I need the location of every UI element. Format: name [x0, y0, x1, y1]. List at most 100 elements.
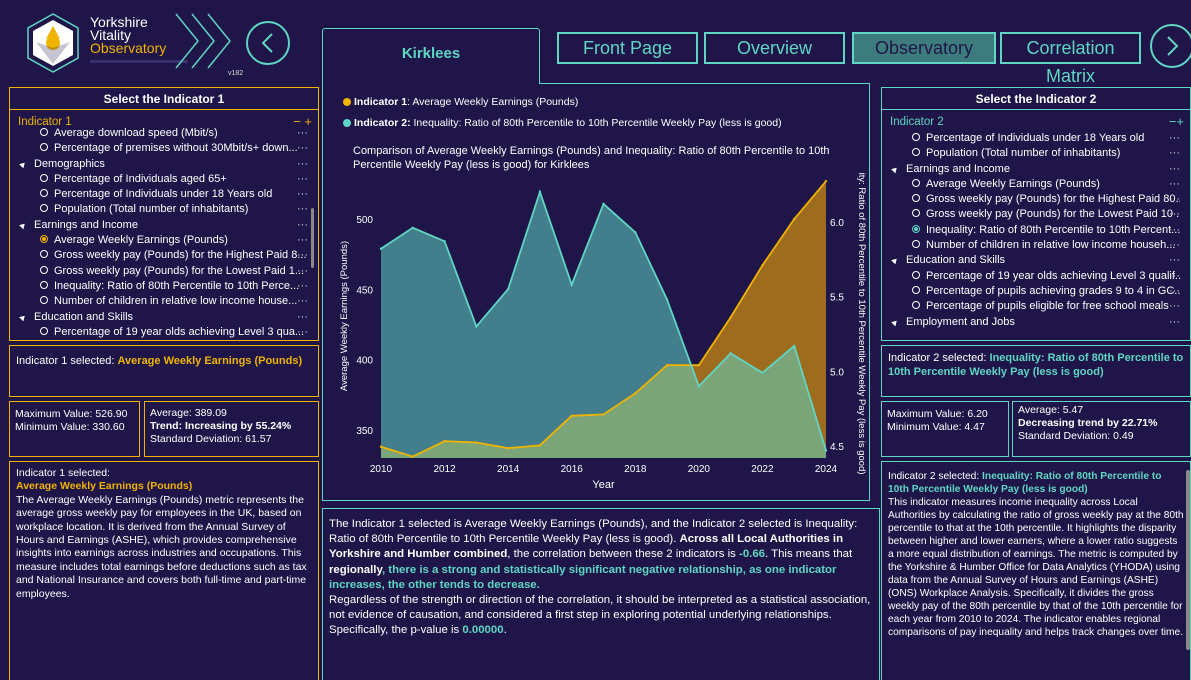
- more-options-icon[interactable]: ···: [1169, 269, 1180, 284]
- nav-observatory-button[interactable]: Observatory: [852, 32, 996, 64]
- more-options-icon[interactable]: ···: [297, 264, 308, 279]
- indicator1-max: Maximum Value: 526.90: [15, 408, 128, 420]
- tree-item[interactable]: Gross weekly pay (Pounds) for the Lowest…: [890, 207, 1180, 222]
- nav-overview-button[interactable]: Overview: [704, 32, 845, 64]
- tree-item[interactable]: Inequality: Ratio of 80th Percentile to …: [18, 279, 308, 294]
- collapse-triangle-icon[interactable]: [19, 160, 27, 168]
- radio-icon[interactable]: [912, 270, 920, 279]
- tree-category[interactable]: Earnings and Income ···: [890, 162, 1180, 177]
- tree-item[interactable]: Percentage of Individuals under 18 Years…: [890, 131, 1180, 146]
- tree-item[interactable]: Percentage of 19 year olds achieving Lev…: [18, 325, 308, 338]
- more-options-icon[interactable]: ···: [297, 310, 308, 325]
- more-options-icon[interactable]: ···: [297, 325, 308, 338]
- radio-icon[interactable]: [40, 204, 48, 213]
- tree-item[interactable]: Gross weekly pay (Pounds) for the Highes…: [890, 192, 1180, 207]
- more-options-icon[interactable]: ···: [297, 126, 308, 141]
- tab-kirklees[interactable]: Kirklees: [322, 28, 540, 84]
- tree-category[interactable]: Employment and Jobs ···: [890, 315, 1180, 330]
- tree-item[interactable]: Population (Total number of inhabitants)…: [18, 202, 308, 217]
- back-button[interactable]: [246, 21, 290, 65]
- tree-item[interactable]: Percentage of premises without 30Mbit/s+…: [18, 141, 308, 156]
- radio-icon[interactable]: [40, 143, 48, 152]
- indicator2-expand-collapse-button[interactable]: −+: [1169, 114, 1184, 129]
- more-options-icon[interactable]: ···: [1169, 192, 1180, 207]
- radio-icon[interactable]: [40, 265, 48, 274]
- collapse-triangle-icon[interactable]: [19, 313, 27, 321]
- nav-front-page-button[interactable]: Front Page: [557, 32, 698, 64]
- more-options-icon[interactable]: ···: [297, 233, 308, 248]
- tree-item[interactable]: Population (Total number of inhabitants)…: [890, 146, 1180, 161]
- radio-icon[interactable]: [912, 178, 920, 187]
- radio-icon[interactable]: [912, 209, 920, 218]
- more-options-icon[interactable]: ···: [1169, 131, 1180, 146]
- more-options-icon[interactable]: ···: [1169, 253, 1180, 268]
- tree-item[interactable]: Average Weekly Earnings (Pounds) ···: [18, 233, 308, 248]
- radio-icon[interactable]: [40, 128, 48, 136]
- radio-icon[interactable]: [912, 148, 920, 157]
- radio-icon[interactable]: [40, 280, 48, 289]
- tree-category[interactable]: Demographics ···: [18, 157, 308, 172]
- more-options-icon[interactable]: ···: [297, 141, 308, 156]
- collapse-triangle-icon[interactable]: [19, 221, 27, 230]
- tree-category[interactable]: Earnings and Income ···: [18, 218, 308, 233]
- y-tick-label: 500: [356, 215, 373, 226]
- more-options-icon[interactable]: ···: [1169, 299, 1180, 314]
- nav-correlation-matrix-button[interactable]: Correlation Matrix: [1000, 32, 1141, 86]
- collapse-triangle-icon[interactable]: [891, 256, 899, 265]
- more-options-icon[interactable]: ···: [1169, 177, 1180, 192]
- tree-item[interactable]: Gross weekly pay (Pounds) for the Highes…: [18, 248, 308, 263]
- more-options-icon[interactable]: ···: [1169, 315, 1180, 330]
- indicator2-description-scrollbar[interactable]: [1186, 470, 1190, 650]
- radio-icon[interactable]: [912, 240, 920, 249]
- tree-item[interactable]: Inequality: Ratio of 80th Percentile to …: [890, 223, 1180, 238]
- radio-icon[interactable]: [40, 250, 48, 259]
- radio-selected-icon[interactable]: [40, 235, 48, 244]
- radio-icon[interactable]: [912, 301, 920, 310]
- more-options-icon[interactable]: ···: [297, 279, 308, 294]
- tree-item[interactable]: Average Weekly Earnings (Pounds) ···: [890, 177, 1180, 192]
- tree-item[interactable]: Average download speed (Mbit/s) ···: [18, 126, 308, 141]
- radio-icon[interactable]: [912, 285, 920, 294]
- radio-icon[interactable]: [912, 133, 920, 141]
- tree-item[interactable]: Percentage of pupils eligible for free s…: [890, 299, 1180, 314]
- y-tick-label: 450: [356, 285, 373, 296]
- more-options-icon[interactable]: ···: [297, 202, 308, 217]
- more-options-icon[interactable]: ···: [1169, 162, 1180, 177]
- more-options-icon[interactable]: ···: [297, 218, 308, 233]
- more-options-icon[interactable]: ···: [1169, 238, 1180, 253]
- more-options-icon[interactable]: ···: [297, 294, 308, 309]
- forward-button[interactable]: [1150, 24, 1191, 68]
- pvalue-label: Specifically, the p-value is: [329, 624, 463, 637]
- version-label: v182: [228, 70, 244, 77]
- more-options-icon[interactable]: ···: [1169, 207, 1180, 222]
- more-options-icon[interactable]: ···: [297, 248, 308, 263]
- tree-item[interactable]: Number of children in relative low incom…: [890, 238, 1180, 253]
- radio-icon[interactable]: [40, 326, 48, 335]
- tree-item[interactable]: Percentage of Individuals under 18 Years…: [18, 187, 308, 202]
- tree-item[interactable]: Percentage of Individuals aged 65+ ···: [18, 172, 308, 187]
- series2-point: [443, 240, 446, 243]
- more-options-icon[interactable]: ···: [1169, 284, 1180, 299]
- indicator1-scrollbar[interactable]: [311, 208, 314, 268]
- indicator2-selector-panel: Select the Indicator 2 Indicator 2 −+ Pe…: [881, 87, 1191, 341]
- collapse-triangle-icon[interactable]: [891, 165, 899, 173]
- more-options-icon[interactable]: ···: [1169, 223, 1180, 238]
- tree-item[interactable]: Percentage of pupils achieving grades 9 …: [890, 284, 1180, 299]
- series2-point: [602, 202, 605, 206]
- more-options-icon[interactable]: ···: [297, 187, 308, 202]
- radio-icon[interactable]: [40, 173, 48, 182]
- tree-category[interactable]: Education and Skills ···: [18, 310, 308, 325]
- tree-item[interactable]: Percentage of 19 year olds achieving Lev…: [890, 269, 1180, 284]
- more-options-icon[interactable]: ···: [1169, 146, 1180, 161]
- more-options-icon[interactable]: ···: [297, 157, 308, 172]
- tree-category[interactable]: Education and Skills ···: [890, 253, 1180, 268]
- tree-item[interactable]: Gross weekly pay (Pounds) for the Lowest…: [18, 264, 308, 279]
- tree-item[interactable]: Number of children in relative low incom…: [18, 294, 308, 309]
- collapse-triangle-icon[interactable]: [891, 318, 899, 326]
- radio-icon[interactable]: [40, 189, 48, 198]
- more-options-icon[interactable]: ···: [297, 172, 308, 187]
- radio-selected-icon[interactable]: [912, 224, 920, 233]
- tab-kirklees-label: Kirklees: [401, 45, 461, 62]
- radio-icon[interactable]: [912, 194, 920, 203]
- radio-icon[interactable]: [40, 296, 48, 305]
